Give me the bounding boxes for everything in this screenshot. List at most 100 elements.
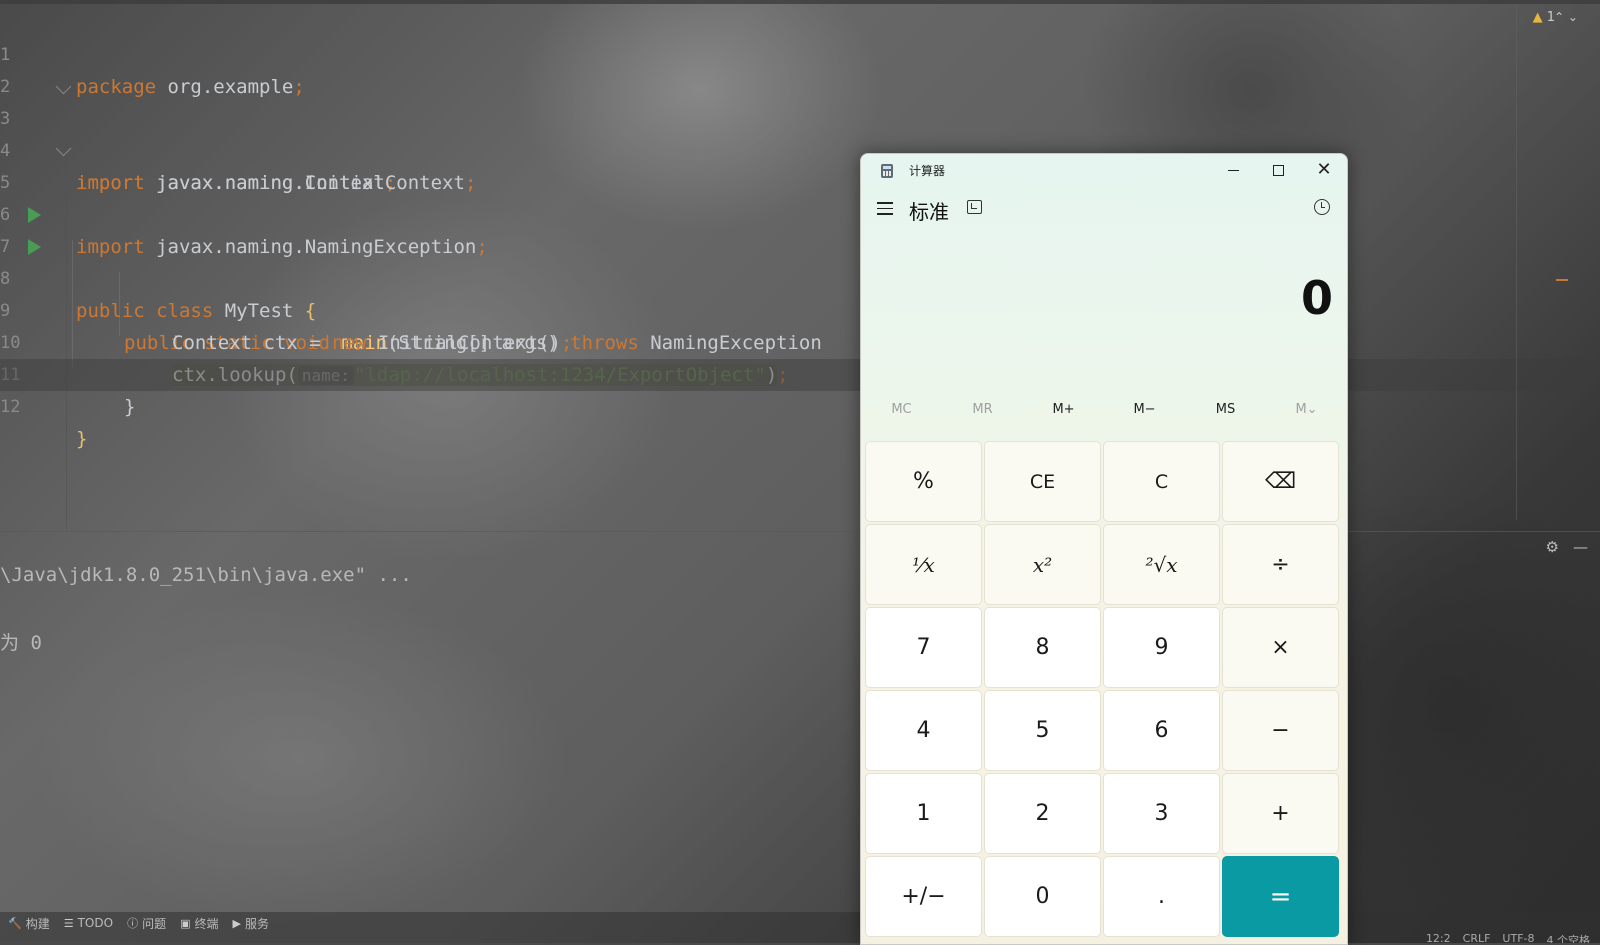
mode-title: 标准 (909, 200, 949, 224)
subtract-button[interactable]: − (1222, 690, 1339, 771)
editor-tab-strip (0, 0, 1600, 4)
keypad: % CE C ⌫ ⅟x x² ²√x ÷ 7 8 9 × 4 5 6 − 1 2… (865, 441, 1341, 937)
reciprocal-button[interactable]: ⅟x (865, 524, 982, 605)
tool-tab-todo[interactable]: ☰ TODO (64, 916, 113, 930)
line-separator[interactable]: CRLF (1463, 932, 1491, 943)
code-line: 7 public class MyTest { (0, 199, 1600, 322)
hamburger-menu-icon[interactable] (877, 202, 893, 216)
code-line: 5 import javax.naming.NamingException; (0, 135, 1600, 258)
calculator-titlebar[interactable]: 计算器 ✕ (861, 154, 1347, 186)
file-encoding[interactable]: UTF-8 (1502, 932, 1534, 943)
close-button[interactable]: ✕ (1301, 154, 1347, 186)
services-icon: ▶ (232, 916, 241, 930)
fold-icon[interactable] (55, 140, 72, 157)
divide-button[interactable]: ÷ (1222, 524, 1339, 605)
digit-5-button[interactable]: 5 (984, 690, 1101, 771)
calculator-header: 标准 (861, 192, 1347, 228)
maximize-icon (1272, 164, 1284, 176)
code-line: 9 Context ctx = new InitialContext(); (0, 263, 1600, 354)
maximize-button[interactable] (1255, 154, 1301, 186)
fold-icon[interactable] (55, 78, 72, 95)
code-line: 3 import javax.naming.Context; (0, 71, 1600, 194)
gear-icon[interactable]: ⚙ (1546, 538, 1559, 556)
caret-position[interactable]: 12:2 (1426, 932, 1451, 943)
problems-icon: ⓘ (127, 917, 139, 930)
tool-tab-label: 终端 (194, 916, 219, 931)
tool-tab-label: TODO (77, 916, 114, 930)
run-class-icon[interactable] (28, 207, 41, 223)
memory-list-button[interactable]: M⌄ (1266, 395, 1347, 425)
backspace-button[interactable]: ⌫ (1222, 441, 1339, 522)
code-editor[interactable]: 1 package org.example; 2 3 import javax.… (0, 4, 1600, 530)
todo-icon: ☰ (63, 916, 74, 930)
warning-icon: ▲ (1532, 10, 1543, 25)
status-bar: 🔨 构建 ☰ TODO ⓘ 问题 ▣ 终端 ▶ 服务 12:2 CRLF UTF-8 4 … (0, 912, 1600, 943)
inspection-widget[interactable]: ▲ 1 (1533, 10, 1555, 25)
square-root-button[interactable]: ²√x (1103, 524, 1220, 605)
close-icon: ✕ (1316, 159, 1332, 180)
decimal-button[interactable]: . (1103, 856, 1220, 937)
clear-entry-button[interactable]: CE (984, 441, 1101, 522)
run-main-icon[interactable] (28, 239, 41, 255)
tool-tab-services[interactable]: ▶ 服务 (233, 915, 269, 932)
memory-row: MC MR M+ M− MS M⌄ (861, 395, 1347, 425)
brace: } (76, 428, 88, 450)
tool-tab-build[interactable]: 🔨 构建 (8, 915, 50, 932)
window-title: 计算器 (909, 164, 946, 178)
tool-tab-label: 构建 (25, 916, 50, 931)
add-button[interactable]: + (1222, 773, 1339, 854)
code-line-current: 12 } (0, 359, 1600, 450)
calculator-window: 计算器 ✕ 标准 0 MC MR M+ M− MS M⌄ % CE C ⌫ ⅟x… (860, 153, 1348, 945)
calculator-display: 0 (1300, 271, 1333, 325)
code-line: 8 public static void main(String[] args)… (0, 231, 1600, 354)
line-number: 12 (0, 397, 21, 417)
digit-0-button[interactable]: 0 (984, 856, 1101, 937)
build-icon: 🔨 (8, 916, 22, 930)
tool-tab-problems[interactable]: ⓘ 问题 (127, 915, 166, 932)
memory-clear-button[interactable]: MC (861, 395, 942, 425)
editor-scrollbar[interactable] (1516, 4, 1517, 520)
calculator-app-icon (881, 164, 893, 178)
digit-8-button[interactable]: 8 (984, 607, 1101, 688)
digit-6-button[interactable]: 6 (1103, 690, 1220, 771)
run-panel: ⚙ — \Java\jdk1.8.0_251\bin\java.exe" ... … (0, 531, 1600, 913)
console-command-line: \Java\jdk1.8.0_251\bin\java.exe" ... (0, 564, 412, 586)
minimize-panel-icon[interactable]: — (1573, 538, 1588, 556)
code-line: 1 package org.example; (0, 7, 1600, 98)
digit-9-button[interactable]: 9 (1103, 607, 1220, 688)
tool-tab-terminal[interactable]: ▣ 终端 (180, 915, 218, 932)
brace: } (124, 396, 136, 418)
code-line: 11 } (0, 327, 1600, 418)
equals-button[interactable]: = (1222, 856, 1339, 937)
console-output-line: 为 0 (0, 632, 42, 654)
code-line: 2 (0, 39, 1600, 97)
digit-3-button[interactable]: 3 (1103, 773, 1220, 854)
percent-button[interactable]: % (865, 441, 982, 522)
ide-window: 1 package org.example; 2 3 import javax.… (0, 0, 1600, 943)
digit-2-button[interactable]: 2 (984, 773, 1101, 854)
multiply-button[interactable]: × (1222, 607, 1339, 688)
memory-recall-button[interactable]: MR (942, 395, 1023, 425)
inspection-nav-arrows[interactable]: ⌃ ⌄ (1554, 10, 1578, 24)
memory-subtract-button[interactable]: M− (1104, 395, 1185, 425)
minimize-button[interactable] (1210, 154, 1256, 186)
run-toolbar: ⚙ — (1532, 538, 1588, 556)
history-icon[interactable] (1314, 199, 1330, 215)
digit-4-button[interactable]: 4 (865, 690, 982, 771)
keep-on-top-icon[interactable] (967, 200, 982, 214)
status-info: 12:2 CRLF UTF-8 4 个空格 (1426, 932, 1590, 943)
square-button[interactable]: x² (984, 524, 1101, 605)
tool-window-tabs: 🔨 构建 ☰ TODO ⓘ 问题 ▣ 终端 ▶ 服务 (0, 912, 275, 934)
clear-button[interactable]: C (1103, 441, 1220, 522)
code-line: 6 (0, 167, 1600, 225)
code-line: 10 ctx.lookup(name: "ldap://localhost:123… (0, 295, 1600, 386)
memory-store-button[interactable]: MS (1185, 395, 1266, 425)
digit-7-button[interactable]: 7 (865, 607, 982, 688)
minimize-icon (1227, 169, 1239, 171)
digit-1-button[interactable]: 1 (865, 773, 982, 854)
tool-tab-label: 问题 (142, 916, 167, 931)
memory-add-button[interactable]: M+ (1023, 395, 1104, 425)
indent-setting[interactable]: 4 个空格 (1547, 932, 1591, 943)
terminal-icon: ▣ (180, 916, 191, 930)
negate-button[interactable]: +/− (865, 856, 982, 937)
